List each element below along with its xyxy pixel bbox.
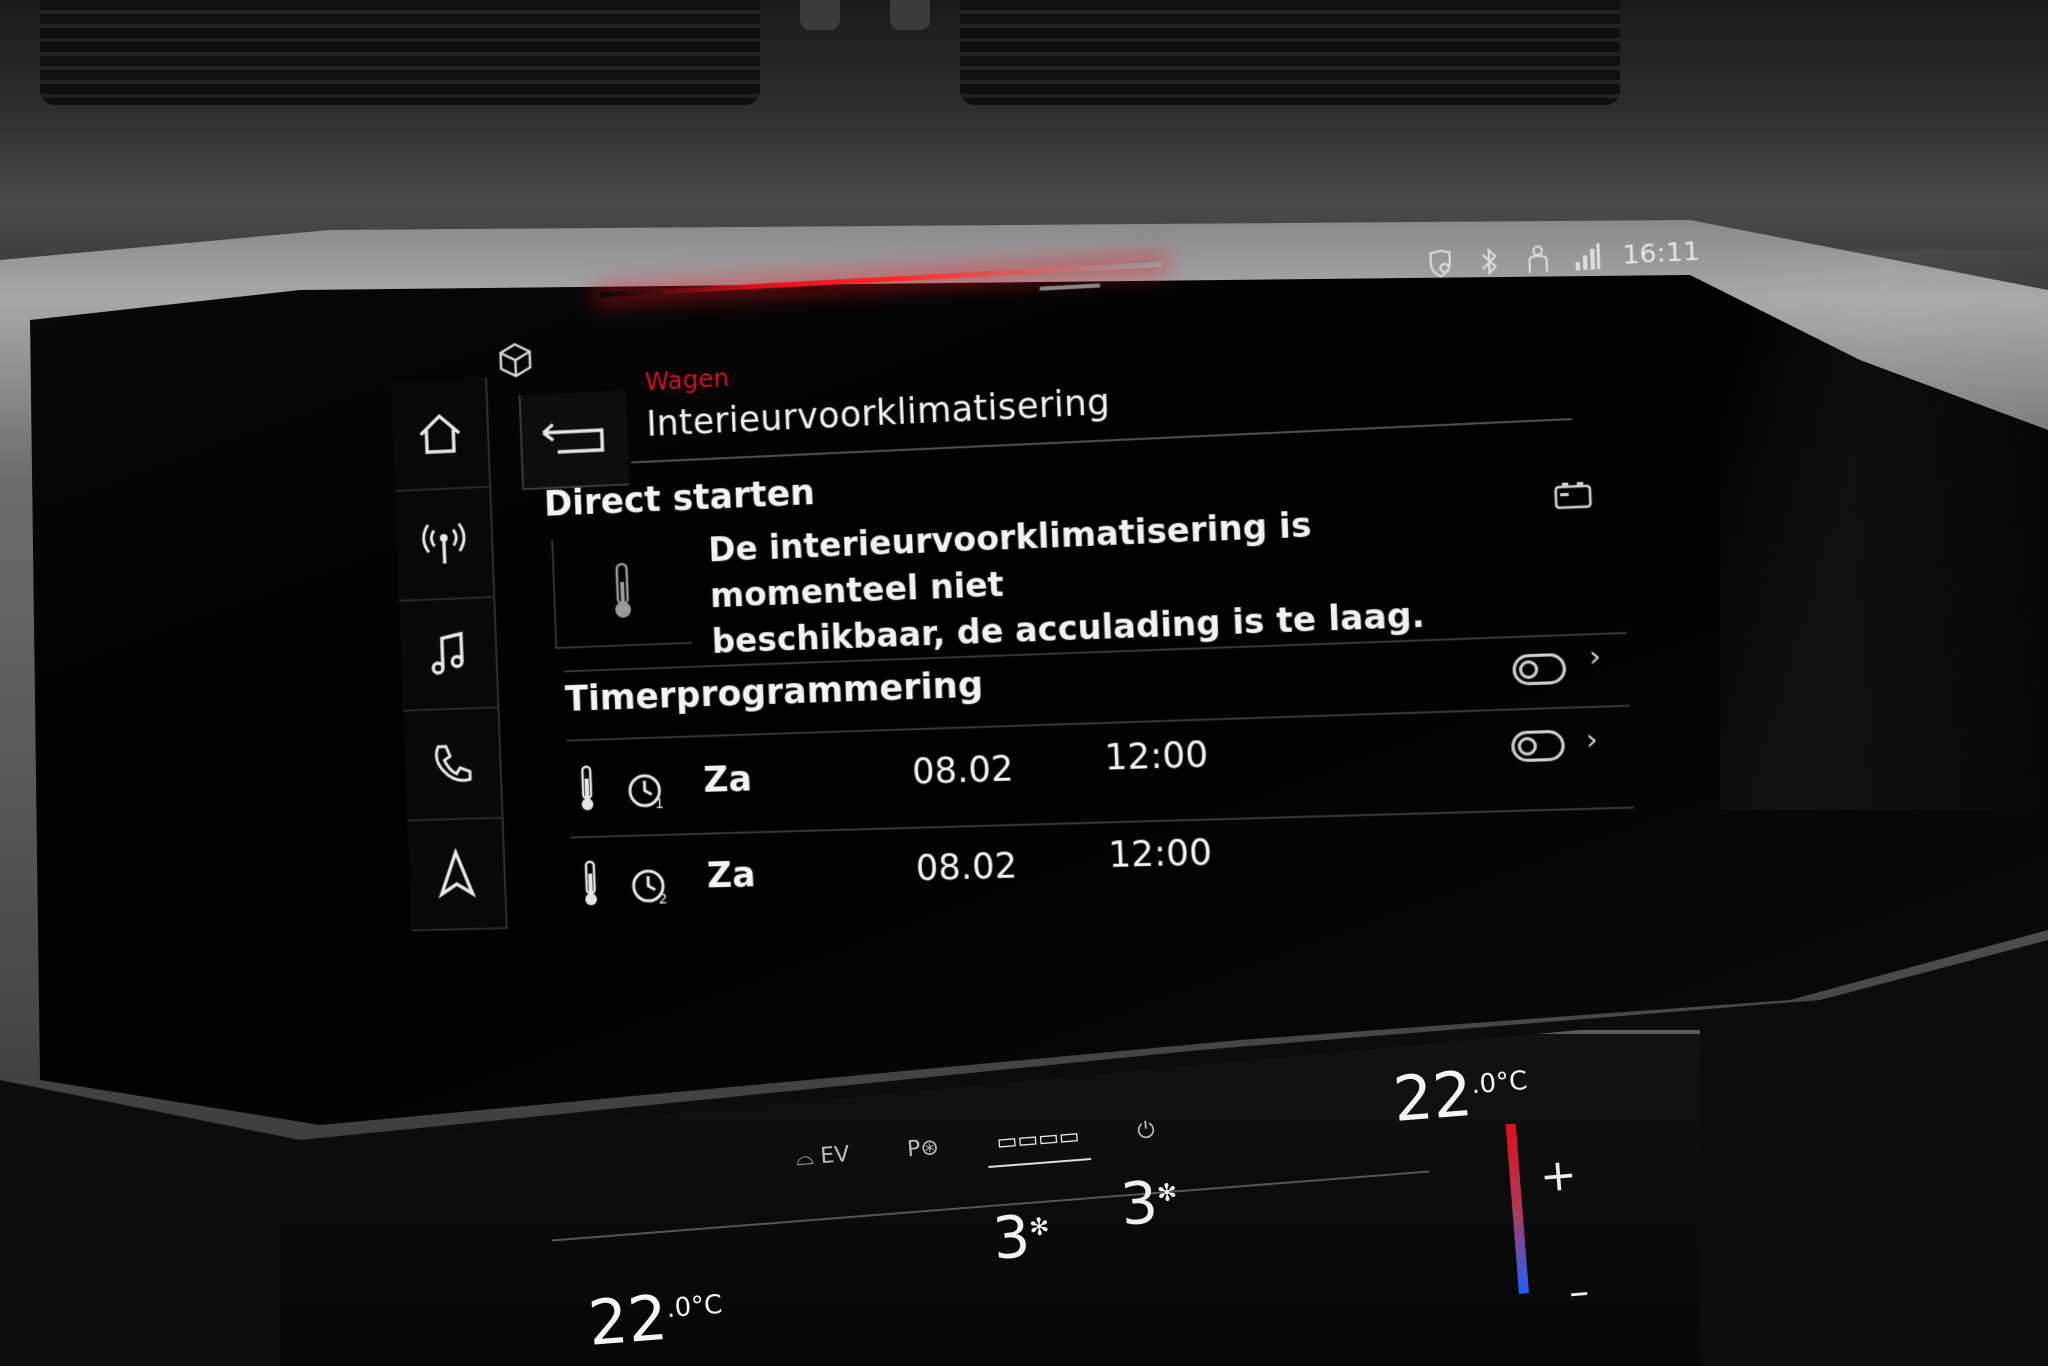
timer-date: 08.02	[911, 749, 1015, 793]
climate-tab-label: EV	[819, 1141, 851, 1170]
person-icon	[1523, 243, 1552, 276]
drag-handle[interactable]	[1039, 283, 1101, 291]
sidebar	[390, 377, 516, 932]
temperature-left[interactable]: 22.0°C	[585, 1276, 726, 1360]
cube-icon[interactable]	[495, 339, 535, 380]
park-fan-icon: ⊛	[919, 1134, 940, 1162]
direct-start-button[interactable]	[551, 534, 693, 649]
fan-value: 3	[1118, 1167, 1161, 1239]
toggle-knob	[1518, 659, 1539, 680]
timer-day: Za	[706, 855, 757, 897]
shield-location-icon	[1426, 248, 1455, 280]
air-vent-left	[40, 0, 760, 105]
temp-value: 22	[585, 1280, 670, 1360]
temp-decrease-button[interactable]: –	[1567, 1268, 1591, 1315]
clock-timer-icon: 1	[624, 768, 669, 812]
back-button[interactable]	[518, 390, 630, 491]
sidebar-item-home[interactable]	[390, 377, 492, 492]
clock: 16:11	[1621, 235, 1701, 270]
fan-level-right[interactable]: 3✻	[1118, 1166, 1180, 1239]
phone-icon	[424, 736, 480, 793]
signal-icon	[1575, 243, 1601, 271]
timer-day: Za	[702, 759, 753, 801]
timer-number: 1	[655, 796, 664, 812]
radio-icon	[416, 515, 472, 572]
fan-icon: ✻	[1155, 1178, 1179, 1208]
climate-tab-power[interactable]: ⏻	[1126, 1117, 1166, 1157]
toggle-switch[interactable]	[1510, 729, 1566, 763]
timer-number: 2	[658, 891, 667, 907]
toggle-switch[interactable]	[1512, 652, 1567, 686]
back-arrow-icon	[537, 418, 612, 461]
status-bar: 16:11	[1426, 235, 1701, 281]
clock-timer-icon: 2	[628, 864, 673, 908]
sidebar-item-music[interactable]	[399, 597, 500, 712]
temp-decimal: .0	[665, 1292, 693, 1325]
fan-level-left[interactable]: 3✻	[990, 1201, 1052, 1273]
climate-tab-ev[interactable]: ⌓ EV	[785, 1141, 861, 1184]
climate-tabs: ⌓ EV P⊛ ▭▭▭▭ ⏻	[785, 1117, 1166, 1184]
temp-decimal: .0	[1470, 1068, 1498, 1101]
timer-time: 12:00	[1103, 734, 1210, 779]
timer-programming-heading[interactable]: Timerprogrammering	[564, 665, 984, 719]
timer-chevron-right-icon[interactable]: ›	[1588, 639, 1601, 674]
thermometer-icon	[607, 560, 639, 618]
car-ev-icon: ⌓	[795, 1144, 815, 1172]
climate-tab-seats[interactable]: ▭▭▭▭	[985, 1123, 1092, 1169]
power-icon: ⏻	[1136, 1117, 1156, 1145]
sidebar-item-navigation[interactable]	[407, 818, 508, 932]
navigation-icon	[429, 846, 485, 903]
music-icon	[420, 625, 476, 682]
temp-unit: °C	[690, 1289, 724, 1323]
climate-tab-park[interactable]: P⊛	[896, 1134, 950, 1175]
breadcrumb[interactable]: Wagen	[644, 363, 729, 396]
timer-toggle[interactable]	[1510, 729, 1566, 763]
temperature-slider[interactable]	[1505, 1123, 1529, 1294]
chevron-right-icon[interactable]: ›	[1585, 722, 1598, 757]
bluetooth-icon	[1475, 245, 1504, 277]
sidebar-item-phone[interactable]	[403, 708, 504, 822]
toggle-knob	[1517, 736, 1538, 756]
thermometer-icon	[575, 764, 598, 811]
vent-knob[interactable]	[890, 0, 930, 30]
timer-date: 08.02	[915, 846, 1018, 890]
timer-row[interactable]: 1 Za 08.02 12:00 ›	[575, 715, 1685, 830]
temp-increase-button[interactable]: +	[1538, 1149, 1579, 1203]
fan-icon: ✻	[1028, 1212, 1051, 1242]
seat-heating-icon: ▭▭▭▭	[995, 1123, 1081, 1156]
temp-unit: °C	[1494, 1065, 1529, 1099]
fan-value: 3	[990, 1202, 1033, 1273]
infotainment-screen: 16:11 Wagen Interieurvoorklimatisering D…	[387, 208, 1793, 971]
sidebar-item-radio[interactable]	[395, 487, 496, 602]
battery-low-icon	[1552, 477, 1596, 512]
temp-value: 22	[1390, 1056, 1475, 1136]
thermometer-icon	[579, 859, 602, 906]
red-accent-glow	[600, 261, 1162, 298]
timer-time: 12:00	[1107, 832, 1213, 877]
air-vent-right	[960, 0, 1620, 105]
timer-master-toggle[interactable]	[1512, 652, 1567, 686]
home-icon	[412, 405, 468, 463]
vent-knob[interactable]	[800, 0, 840, 30]
